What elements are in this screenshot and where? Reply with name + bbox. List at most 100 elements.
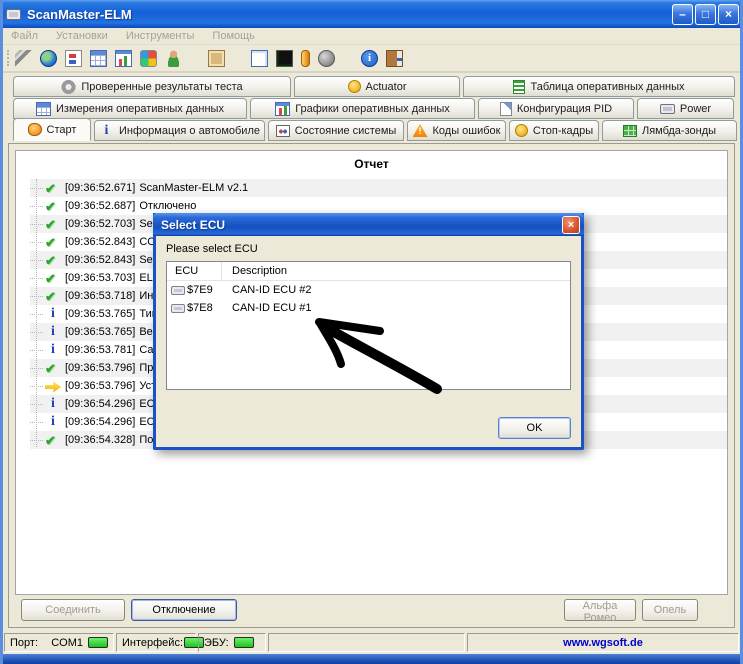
check-icon	[45, 181, 61, 196]
report-document-icon[interactable]	[65, 50, 82, 67]
tab[interactable]: Коды ошибок	[407, 120, 506, 141]
ecu-description: CAN-ID ECU #2	[222, 284, 311, 296]
toolbar-gap	[233, 50, 243, 67]
user-icon[interactable]	[165, 50, 182, 67]
menu-item[interactable]: Установки	[56, 30, 108, 42]
log-time: [09:36:53.781]	[65, 344, 135, 356]
data-table-icon[interactable]	[90, 50, 107, 67]
tab[interactable]: Старт	[13, 118, 91, 141]
tab[interactable]: Состояние системы	[268, 120, 404, 141]
port-label: Порт:	[10, 637, 38, 649]
battery-icon[interactable]	[301, 50, 310, 67]
dialog-label: Please select ECU	[166, 243, 571, 255]
opel-button[interactable]: Опель	[642, 599, 698, 621]
tab-label: Информация о автомобиле	[119, 125, 260, 137]
tree-stub	[30, 206, 43, 207]
maximize-button[interactable]: □	[695, 4, 716, 25]
chip-icon	[171, 304, 185, 313]
connect-button[interactable]: Соединить	[21, 599, 125, 621]
tab[interactable]: Конфигурация PID	[478, 98, 634, 119]
tab[interactable]: Измерения оперативных данных	[13, 98, 247, 119]
tab-label: Коды ошибок	[433, 125, 501, 137]
tab[interactable]: Лямбда-зонды	[602, 120, 737, 141]
log-time: [09:36:52.843]	[65, 254, 135, 266]
tab[interactable]: Таблица оперативных данных	[463, 76, 735, 97]
check-icon	[45, 433, 61, 448]
tab-label: Power	[680, 103, 711, 115]
close-button[interactable]: ×	[718, 4, 739, 25]
connect-plug-icon[interactable]	[15, 50, 32, 67]
tab-row-3: Старт Информация о автомобиле Состояние си…	[3, 120, 740, 141]
check-icon	[45, 199, 61, 214]
report-title: Отчет	[16, 151, 727, 179]
menu-item[interactable]: Инструменты	[126, 30, 195, 42]
scanmaster-window: ScanMaster-ELM – □ × Файл Установки Инстру…	[0, 0, 743, 664]
dialog-close-icon[interactable]: ×	[562, 216, 580, 234]
alfa-romeo-button[interactable]: Альфа Ромео	[564, 599, 636, 621]
tree-stub	[30, 440, 43, 441]
tab-label: Лямбда-зонды	[642, 125, 716, 137]
column-header-description[interactable]: Description	[222, 265, 287, 277]
lambda-sensor-icon	[623, 125, 637, 137]
website-link[interactable]: www.wgsoft.de	[563, 637, 643, 649]
check-icon	[45, 271, 61, 286]
chart-icon[interactable]	[115, 50, 132, 67]
tree-stub	[30, 224, 43, 225]
tab-row-2: Измерения оперативных данных Графики опер…	[3, 98, 740, 119]
globe-icon[interactable]	[40, 50, 57, 67]
log-row[interactable]: [09:36:52.671] ScanMaster-ELM v2.1	[30, 179, 727, 197]
log-text: Отключено	[139, 200, 196, 212]
ecu-list-header: ECU Description	[167, 262, 570, 281]
disabled-circle-icon[interactable]	[318, 50, 335, 67]
column-header-ecu[interactable]: ECU	[167, 262, 222, 280]
tab-label: Старт	[47, 124, 77, 136]
exit-door-icon[interactable]	[386, 50, 403, 67]
ecu-row[interactable]: $7E9 CAN-ID ECU #2	[167, 281, 570, 299]
clipboard-icon[interactable]	[208, 50, 225, 67]
graphics-window-icon[interactable]	[140, 50, 157, 67]
tree-stub	[30, 188, 43, 189]
log-time: [09:36:53.718]	[65, 290, 135, 302]
log-time: [09:36:53.765]	[65, 308, 135, 320]
check-icon	[45, 217, 61, 232]
info-icon	[45, 343, 61, 358]
tab-label: Состояние системы	[295, 125, 397, 137]
tab[interactable]: Actuator	[294, 76, 460, 97]
app-title: ScanMaster-ELM	[27, 7, 670, 22]
check-icon	[45, 289, 61, 304]
menu-bar: Файл Установки Инструменты Помощь	[3, 28, 740, 45]
dialog-body: Please select ECU ECU Description $7E9 C…	[156, 236, 581, 447]
tab[interactable]: Информация о автомобиле	[94, 120, 265, 141]
menu-item[interactable]: Помощь	[212, 30, 255, 42]
menu-item[interactable]: Файл	[11, 30, 38, 42]
tab[interactable]: Проверенные результаты теста	[13, 76, 291, 97]
freeze-frame-icon	[515, 124, 528, 137]
tree-stub	[30, 422, 43, 423]
disconnect-button[interactable]: Отключение	[131, 599, 237, 621]
screen-search-icon[interactable]	[251, 50, 268, 67]
status-ecu-panel: ЭБУ:	[198, 633, 266, 652]
tab[interactable]: Стоп-кадры	[509, 120, 599, 141]
minimize-button[interactable]: –	[672, 4, 693, 25]
info-icon[interactable]	[361, 50, 378, 67]
info-icon	[45, 325, 61, 340]
tab-label: Проверенные результаты теста	[81, 81, 242, 93]
tab-label: Измерения оперативных данных	[56, 103, 224, 115]
system-status-icon	[276, 125, 290, 137]
check-icon	[45, 253, 61, 268]
toolbar	[3, 45, 740, 73]
terminal-icon[interactable]	[276, 50, 293, 67]
log-time: [09:36:54.296]	[65, 398, 135, 410]
ecu-row[interactable]: $7E8 CAN-ID ECU #1	[167, 299, 570, 317]
tab[interactable]: Power	[637, 98, 734, 119]
tab[interactable]: Графики оперативных данных	[250, 98, 475, 119]
ok-button[interactable]: OK	[498, 417, 571, 439]
tab-label: Actuator	[366, 81, 407, 93]
data-list-icon	[513, 80, 525, 94]
dialog-title: Select ECU	[161, 218, 562, 232]
pid-config-icon	[500, 102, 512, 116]
yellow-arrow-icon	[45, 382, 61, 393]
tab-label: Стоп-кадры	[533, 125, 593, 137]
window-bottom-edge	[0, 654, 743, 664]
log-time: [09:36:53.796]	[65, 362, 135, 374]
